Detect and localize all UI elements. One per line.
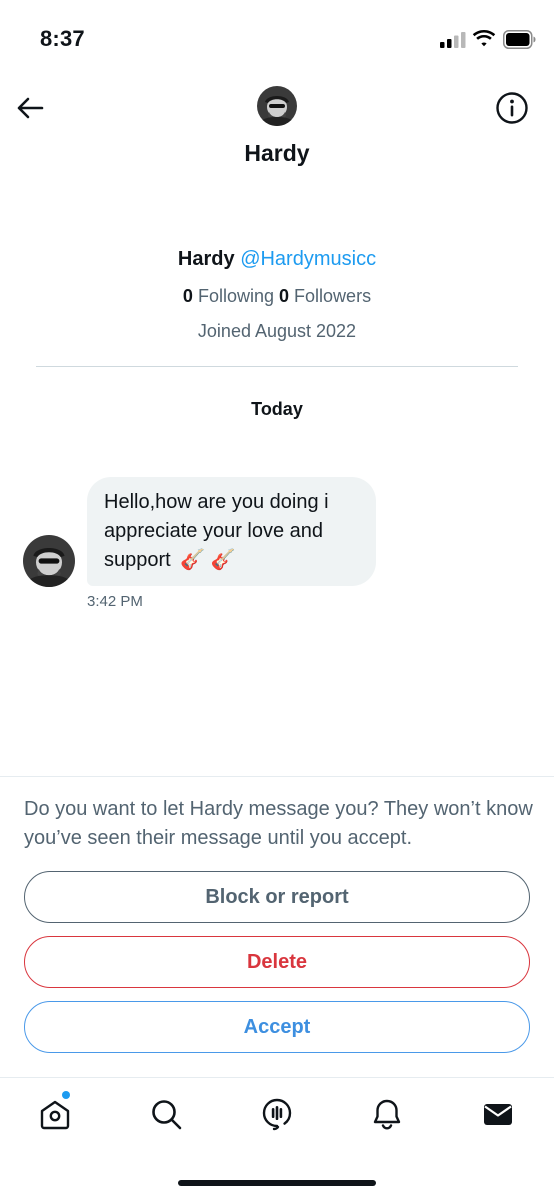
status-time: 8:37 <box>40 26 85 51</box>
battery-icon <box>503 30 536 49</box>
spaces-icon <box>262 1098 292 1131</box>
day-separator: Today <box>251 399 303 419</box>
home-indicator[interactable] <box>178 1180 376 1186</box>
search-icon <box>152 1100 182 1130</box>
following-label: Following <box>197 286 274 306</box>
messages-icon <box>484 1104 512 1125</box>
avatar-image <box>23 535 75 587</box>
cellular-signal-icon <box>440 32 466 48</box>
delete-button[interactable]: Delete <box>24 936 530 988</box>
profile-divider <box>36 366 518 367</box>
nav-home[interactable] <box>37 1096 73 1132</box>
page-title: Hardy <box>244 140 310 166</box>
info-circle-icon <box>496 92 528 124</box>
block-or-report-button[interactable]: Block or report <box>24 871 530 923</box>
home-icon <box>40 1100 70 1130</box>
conversation-info-button[interactable] <box>495 91 529 125</box>
accept-button[interactable]: Accept <box>24 1001 530 1053</box>
request-divider <box>0 776 554 777</box>
profile-name-line: Hardy @Hardymusicc <box>0 248 554 271</box>
arrow-left-icon <box>17 97 44 119</box>
status-bar: 8:37 <box>0 0 554 80</box>
message-timestamp: 3:42 PM <box>87 593 143 610</box>
wifi-icon <box>472 30 496 47</box>
nav-spaces[interactable] <box>259 1096 295 1132</box>
guitar-emoji: 🎸 🎸 <box>180 549 236 571</box>
message-bubble[interactable]: Hello,how are you doing i appreciate you… <box>87 477 376 586</box>
home-notification-dot <box>62 1091 70 1099</box>
back-button[interactable] <box>14 92 46 124</box>
message-request-prompt: Do you want to let Hardy message you? Th… <box>24 798 533 849</box>
following-count: 0 <box>182 286 193 306</box>
nav-notifications[interactable] <box>369 1096 405 1132</box>
nav-messages[interactable] <box>480 1096 516 1132</box>
nav-search[interactable] <box>148 1096 184 1132</box>
notifications-icon <box>373 1099 401 1130</box>
profile-handle[interactable]: @Hardymusicc <box>240 248 376 270</box>
header-avatar[interactable] <box>257 86 297 126</box>
profile-name[interactable]: Hardy <box>178 248 235 270</box>
bottom-nav-divider <box>0 1077 554 1078</box>
followers-label: Followers <box>294 286 372 306</box>
sender-avatar[interactable] <box>23 535 75 587</box>
follow-stats: 0 Following 0 Followers <box>0 286 554 307</box>
followers-count: 0 <box>279 286 290 306</box>
avatar-image <box>257 86 297 126</box>
joined-date: Joined August 2022 <box>197 321 357 341</box>
